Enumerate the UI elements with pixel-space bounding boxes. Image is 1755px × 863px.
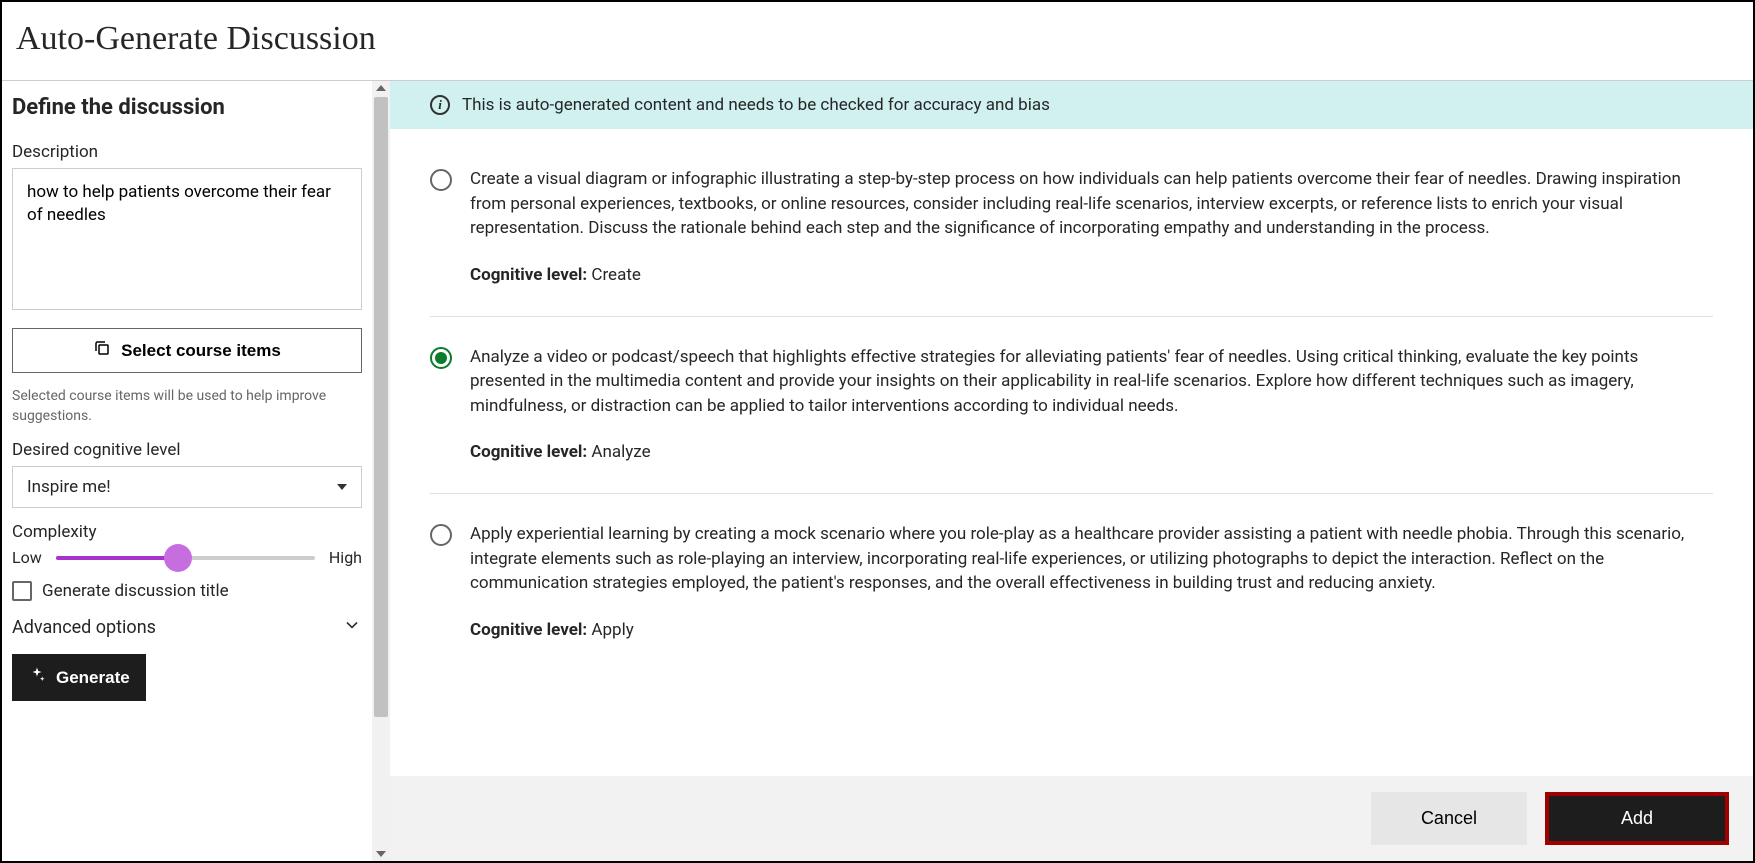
- options-area: Create a visual diagram or infographic i…: [390, 129, 1753, 776]
- info-icon: i: [430, 95, 450, 115]
- description-section: Description: [12, 142, 362, 314]
- info-banner-text: This is auto-generated content and needs…: [462, 95, 1050, 115]
- right-panel: i This is auto-generated content and nee…: [390, 81, 1753, 861]
- header: Auto-Generate Discussion: [2, 2, 1753, 81]
- select-course-items-button[interactable]: Select course items: [12, 328, 362, 373]
- option-row[interactable]: Create a visual diagram or infographic i…: [430, 139, 1713, 317]
- option-body: Apply experiential learning by creating …: [470, 522, 1713, 643]
- left-panel: Define the discussion Description Select…: [2, 81, 372, 861]
- option-body: Create a visual diagram or infographic i…: [470, 167, 1713, 288]
- add-button[interactable]: Add: [1549, 796, 1725, 841]
- description-input[interactable]: [12, 168, 362, 310]
- advanced-options-label: Advanced options: [12, 617, 156, 638]
- cognitive-level-line: Cognitive level: Apply: [470, 618, 1713, 643]
- option-text: Analyze a video or podcast/speech that h…: [470, 345, 1713, 419]
- scroll-thumb[interactable]: [374, 97, 388, 717]
- generate-title-checkbox[interactable]: [12, 581, 32, 601]
- complexity-row: Low High: [12, 548, 362, 567]
- generate-button[interactable]: Generate: [12, 654, 146, 701]
- option-body: Analyze a video or podcast/speech that h…: [470, 345, 1713, 466]
- cognitive-level-line: Cognitive level: Create: [470, 263, 1713, 288]
- cognitive-level-value: Apply: [591, 620, 633, 640]
- option-radio[interactable]: [430, 169, 452, 191]
- define-heading: Define the discussion: [12, 95, 362, 120]
- cancel-button[interactable]: Cancel: [1371, 792, 1527, 845]
- cognitive-level-prefix: Cognitive level:: [470, 265, 591, 285]
- option-text: Apply experiential learning by creating …: [470, 522, 1713, 596]
- cognitive-level-prefix: Cognitive level:: [470, 442, 591, 462]
- complexity-section: Complexity Low High: [12, 522, 362, 567]
- cognitive-level-value: Create: [591, 265, 641, 285]
- option-radio[interactable]: [430, 524, 452, 546]
- cognitive-level-prefix: Cognitive level:: [470, 620, 591, 640]
- generate-button-label: Generate: [56, 668, 130, 688]
- complexity-low-label: Low: [12, 548, 42, 567]
- cognitive-label: Desired cognitive level: [12, 440, 362, 460]
- cognitive-value: Inspire me!: [27, 477, 111, 497]
- helper-text: Selected course items will be used to he…: [12, 387, 362, 426]
- option-text: Create a visual diagram or infographic i…: [470, 167, 1713, 241]
- cognitive-select[interactable]: Inspire me!: [12, 466, 362, 508]
- add-button-highlight: Add: [1545, 792, 1729, 845]
- sparkle-icon: [28, 666, 46, 689]
- complexity-slider[interactable]: [56, 556, 315, 560]
- scroll-up-icon[interactable]: [372, 81, 390, 95]
- body-row: Define the discussion Description Select…: [2, 81, 1753, 861]
- cognitive-level-line: Cognitive level: Analyze: [470, 440, 1713, 465]
- generate-title-label: Generate discussion title: [42, 581, 229, 601]
- advanced-options-toggle[interactable]: Advanced options: [12, 615, 362, 640]
- complexity-high-label: High: [329, 548, 362, 567]
- caret-down-icon: [337, 484, 347, 490]
- left-scrollbar[interactable]: [372, 81, 390, 861]
- option-row[interactable]: Analyze a video or podcast/speech that h…: [430, 317, 1713, 495]
- complexity-label: Complexity: [12, 522, 362, 542]
- option-row[interactable]: Apply experiential learning by creating …: [430, 494, 1713, 671]
- slider-thumb[interactable]: [164, 544, 192, 572]
- generate-title-checkbox-row[interactable]: Generate discussion title: [12, 581, 362, 601]
- footer-bar: Cancel Add: [390, 776, 1753, 861]
- info-banner: i This is auto-generated content and nee…: [390, 81, 1753, 129]
- chevron-down-icon: [342, 615, 362, 640]
- cognitive-level-value: Analyze: [591, 442, 650, 462]
- app-frame: Auto-Generate Discussion Define the disc…: [0, 0, 1755, 863]
- option-radio[interactable]: [430, 347, 452, 369]
- page-title: Auto-Generate Discussion: [16, 20, 1739, 58]
- cognitive-section: Desired cognitive level Inspire me!: [12, 440, 362, 508]
- description-label: Description: [12, 142, 362, 162]
- course-items-icon: [93, 339, 111, 362]
- scroll-down-icon[interactable]: [372, 847, 390, 861]
- select-course-items-label: Select course items: [121, 341, 281, 361]
- slider-fill: [56, 556, 178, 560]
